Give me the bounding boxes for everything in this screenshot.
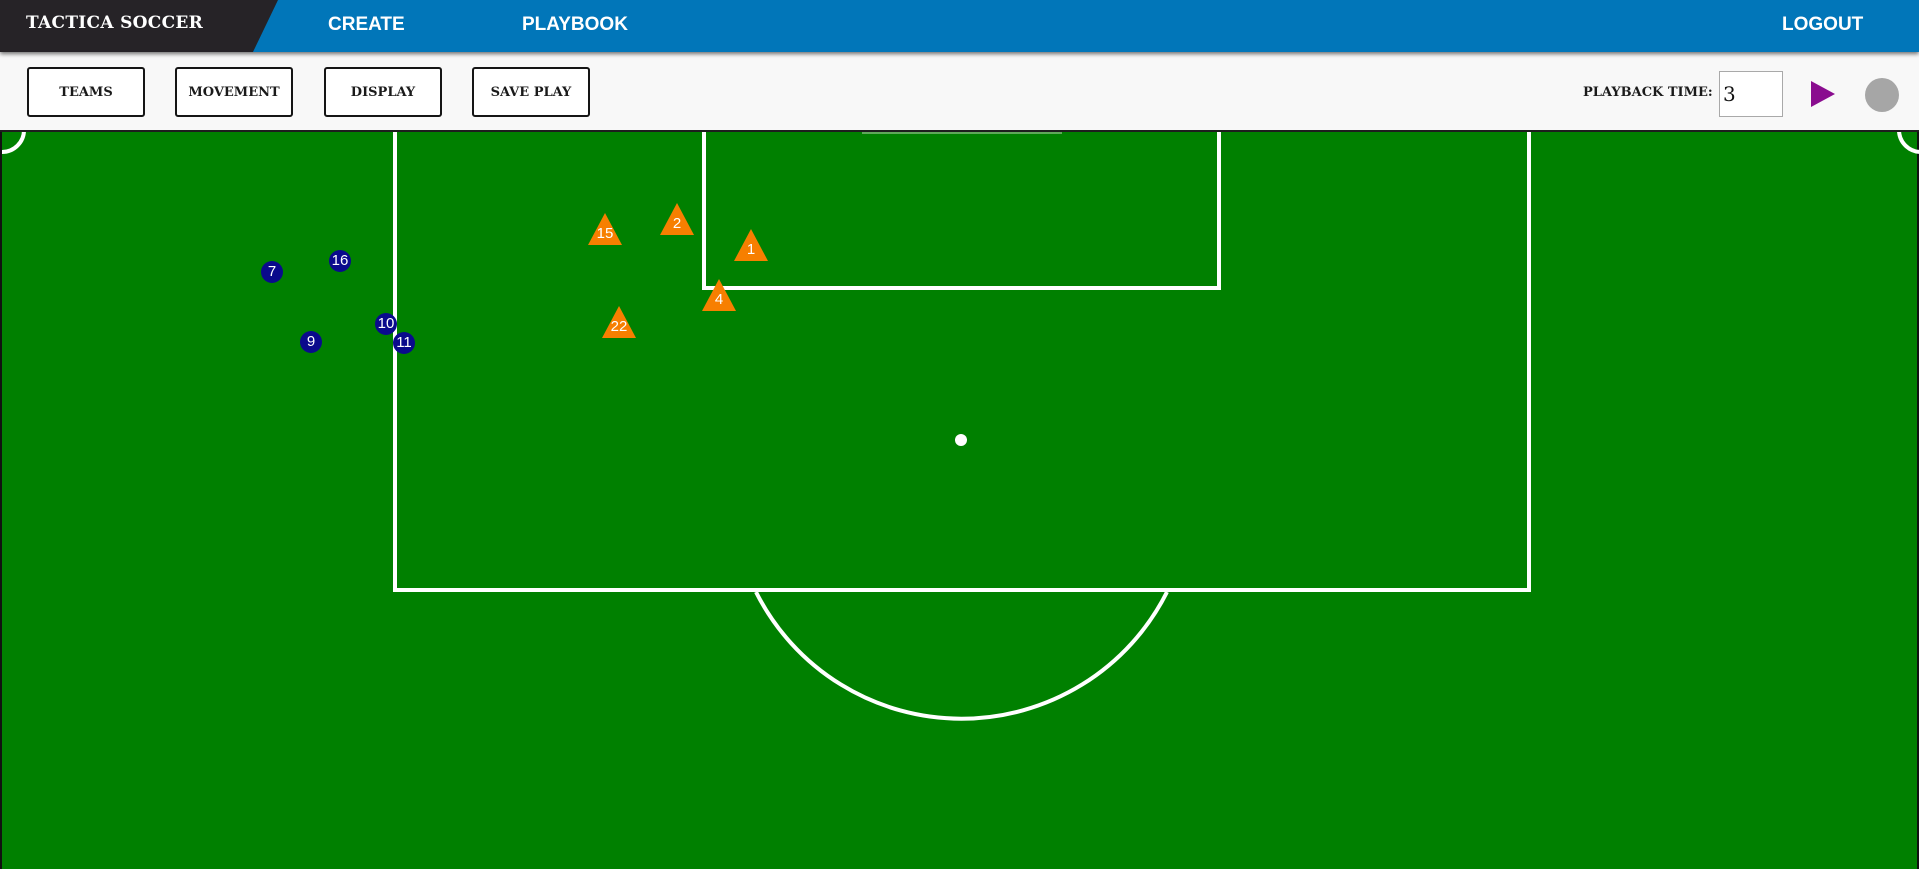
orange-player-token[interactable]: 1 <box>734 229 768 261</box>
blue-player-token[interactable]: 16 <box>329 250 351 272</box>
player-number: 15 <box>596 225 614 242</box>
nav-create-link[interactable]: CREATE <box>328 14 405 36</box>
brand-logo[interactable]: TACTICA SOCCER <box>26 13 203 33</box>
blue-player-token[interactable]: 9 <box>300 331 322 353</box>
orange-player-token[interactable]: 15 <box>588 213 622 245</box>
teams-button[interactable]: TEAMS <box>27 67 145 117</box>
player-number: 1 <box>746 241 756 258</box>
display-button[interactable]: DISPLAY <box>324 67 442 117</box>
app-page: TACTICA SOCCER CREATE PLAYBOOK LOGOUT TE… <box>0 0 1919 869</box>
orange-player-token[interactable]: 4 <box>702 279 736 311</box>
movement-button[interactable]: MOVEMENT <box>175 67 293 117</box>
penalty-arc <box>754 591 1169 721</box>
nav-playbook-link[interactable]: PLAYBOOK <box>522 14 628 36</box>
orange-player-token[interactable]: 22 <box>602 306 636 338</box>
soccer-field[interactable]: 7 16 9 10 11 15 2 1 4 22 <box>0 124 1919 869</box>
pitch-markings <box>2 130 1919 721</box>
play-icon[interactable] <box>1811 81 1835 107</box>
blue-player-token[interactable]: 7 <box>261 261 283 283</box>
logout-link[interactable]: LOGOUT <box>1782 14 1863 36</box>
corner-arc-left <box>2 130 26 154</box>
play-toolbar: TEAMS MOVEMENT DISPLAY SAVE PLAY PLAYBAC… <box>0 52 1919 132</box>
playback-time-label: PLAYBACK TIME: <box>1583 85 1713 100</box>
save-play-button[interactable]: SAVE PLAY <box>472 67 590 117</box>
stop-icon[interactable] <box>1865 78 1899 112</box>
player-number: 2 <box>672 215 682 232</box>
top-navbar: TACTICA SOCCER CREATE PLAYBOOK LOGOUT <box>0 0 1919 52</box>
corner-arc-right <box>1897 130 1919 154</box>
player-number: 22 <box>610 318 628 335</box>
blue-player-token[interactable]: 10 <box>375 313 397 335</box>
orange-player-token[interactable]: 2 <box>660 203 694 235</box>
playback-time-input[interactable] <box>1719 71 1783 117</box>
player-number: 4 <box>714 291 724 308</box>
blue-player-token[interactable]: 11 <box>393 332 415 354</box>
